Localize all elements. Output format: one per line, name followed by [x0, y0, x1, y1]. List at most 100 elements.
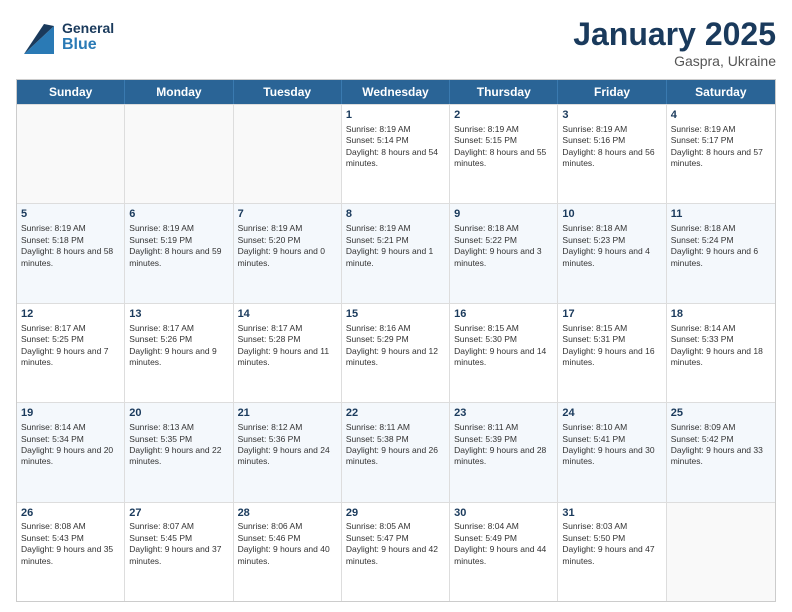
day-info-18: Sunrise: 8:14 AM Sunset: 5:33 PM Dayligh…	[671, 323, 763, 367]
week-row-2: 5Sunrise: 8:19 AM Sunset: 5:18 PM Daylig…	[17, 203, 775, 302]
day-cell-31: 31Sunrise: 8:03 AM Sunset: 5:50 PM Dayli…	[558, 503, 666, 601]
day-info-24: Sunrise: 8:10 AM Sunset: 5:41 PM Dayligh…	[562, 422, 654, 466]
day-cell-5: 5Sunrise: 8:19 AM Sunset: 5:18 PM Daylig…	[17, 204, 125, 302]
day-cell-11: 11Sunrise: 8:18 AM Sunset: 5:24 PM Dayli…	[667, 204, 775, 302]
day-cell-22: 22Sunrise: 8:11 AM Sunset: 5:38 PM Dayli…	[342, 403, 450, 501]
day-info-3: Sunrise: 8:19 AM Sunset: 5:16 PM Dayligh…	[562, 124, 654, 168]
header-wednesday: Wednesday	[342, 80, 450, 104]
day-number-1: 1	[346, 108, 445, 123]
day-number-9: 9	[454, 207, 553, 222]
logo-wordmark: General Blue	[62, 21, 114, 54]
day-info-10: Sunrise: 8:18 AM Sunset: 5:23 PM Dayligh…	[562, 223, 649, 267]
day-info-11: Sunrise: 8:18 AM Sunset: 5:24 PM Dayligh…	[671, 223, 758, 267]
day-cell-10: 10Sunrise: 8:18 AM Sunset: 5:23 PM Dayli…	[558, 204, 666, 302]
day-cell-7: 7Sunrise: 8:19 AM Sunset: 5:20 PM Daylig…	[234, 204, 342, 302]
title-block: January 2025 Gaspra, Ukraine	[573, 16, 776, 69]
day-number-30: 30	[454, 506, 553, 521]
day-number-28: 28	[238, 506, 337, 521]
day-info-6: Sunrise: 8:19 AM Sunset: 5:19 PM Dayligh…	[129, 223, 221, 267]
logo-icon	[16, 16, 58, 58]
empty-cell-w0-d0	[17, 105, 125, 203]
day-number-6: 6	[129, 207, 228, 222]
day-number-23: 23	[454, 406, 553, 421]
day-cell-28: 28Sunrise: 8:06 AM Sunset: 5:46 PM Dayli…	[234, 503, 342, 601]
day-cell-27: 27Sunrise: 8:07 AM Sunset: 5:45 PM Dayli…	[125, 503, 233, 601]
day-cell-13: 13Sunrise: 8:17 AM Sunset: 5:26 PM Dayli…	[125, 304, 233, 402]
calendar-body: 1Sunrise: 8:19 AM Sunset: 5:14 PM Daylig…	[17, 104, 775, 601]
day-cell-19: 19Sunrise: 8:14 AM Sunset: 5:34 PM Dayli…	[17, 403, 125, 501]
header-thursday: Thursday	[450, 80, 558, 104]
day-number-20: 20	[129, 406, 228, 421]
day-info-23: Sunrise: 8:11 AM Sunset: 5:39 PM Dayligh…	[454, 422, 546, 466]
day-number-13: 13	[129, 307, 228, 322]
day-cell-17: 17Sunrise: 8:15 AM Sunset: 5:31 PM Dayli…	[558, 304, 666, 402]
location: Gaspra, Ukraine	[573, 53, 776, 69]
day-info-2: Sunrise: 8:19 AM Sunset: 5:15 PM Dayligh…	[454, 124, 546, 168]
week-row-1: 1Sunrise: 8:19 AM Sunset: 5:14 PM Daylig…	[17, 104, 775, 203]
day-number-3: 3	[562, 108, 661, 123]
day-info-28: Sunrise: 8:06 AM Sunset: 5:46 PM Dayligh…	[238, 521, 330, 565]
day-cell-3: 3Sunrise: 8:19 AM Sunset: 5:16 PM Daylig…	[558, 105, 666, 203]
day-info-16: Sunrise: 8:15 AM Sunset: 5:30 PM Dayligh…	[454, 323, 546, 367]
calendar-header: Sunday Monday Tuesday Wednesday Thursday…	[17, 80, 775, 104]
day-info-31: Sunrise: 8:03 AM Sunset: 5:50 PM Dayligh…	[562, 521, 654, 565]
page: General Blue January 2025 Gaspra, Ukrain…	[0, 0, 792, 612]
day-info-7: Sunrise: 8:19 AM Sunset: 5:20 PM Dayligh…	[238, 223, 325, 267]
day-number-11: 11	[671, 207, 771, 222]
day-number-24: 24	[562, 406, 661, 421]
header-tuesday: Tuesday	[234, 80, 342, 104]
header-monday: Monday	[125, 80, 233, 104]
day-info-4: Sunrise: 8:19 AM Sunset: 5:17 PM Dayligh…	[671, 124, 763, 168]
day-number-7: 7	[238, 207, 337, 222]
week-row-4: 19Sunrise: 8:14 AM Sunset: 5:34 PM Dayli…	[17, 402, 775, 501]
day-number-19: 19	[21, 406, 120, 421]
day-info-15: Sunrise: 8:16 AM Sunset: 5:29 PM Dayligh…	[346, 323, 438, 367]
day-number-29: 29	[346, 506, 445, 521]
day-cell-8: 8Sunrise: 8:19 AM Sunset: 5:21 PM Daylig…	[342, 204, 450, 302]
day-info-21: Sunrise: 8:12 AM Sunset: 5:36 PM Dayligh…	[238, 422, 330, 466]
day-number-21: 21	[238, 406, 337, 421]
day-number-16: 16	[454, 307, 553, 322]
day-cell-25: 25Sunrise: 8:09 AM Sunset: 5:42 PM Dayli…	[667, 403, 775, 501]
day-number-4: 4	[671, 108, 771, 123]
day-number-31: 31	[562, 506, 661, 521]
header-sunday: Sunday	[17, 80, 125, 104]
day-info-9: Sunrise: 8:18 AM Sunset: 5:22 PM Dayligh…	[454, 223, 541, 267]
day-cell-29: 29Sunrise: 8:05 AM Sunset: 5:47 PM Dayli…	[342, 503, 450, 601]
day-number-12: 12	[21, 307, 120, 322]
day-cell-15: 15Sunrise: 8:16 AM Sunset: 5:29 PM Dayli…	[342, 304, 450, 402]
day-cell-26: 26Sunrise: 8:08 AM Sunset: 5:43 PM Dayli…	[17, 503, 125, 601]
day-number-22: 22	[346, 406, 445, 421]
day-info-8: Sunrise: 8:19 AM Sunset: 5:21 PM Dayligh…	[346, 223, 433, 267]
day-cell-20: 20Sunrise: 8:13 AM Sunset: 5:35 PM Dayli…	[125, 403, 233, 501]
day-cell-12: 12Sunrise: 8:17 AM Sunset: 5:25 PM Dayli…	[17, 304, 125, 402]
logo-general-text: General	[62, 21, 114, 36]
day-info-17: Sunrise: 8:15 AM Sunset: 5:31 PM Dayligh…	[562, 323, 654, 367]
day-number-5: 5	[21, 207, 120, 222]
day-info-22: Sunrise: 8:11 AM Sunset: 5:38 PM Dayligh…	[346, 422, 438, 466]
day-number-26: 26	[21, 506, 120, 521]
day-cell-9: 9Sunrise: 8:18 AM Sunset: 5:22 PM Daylig…	[450, 204, 558, 302]
day-info-20: Sunrise: 8:13 AM Sunset: 5:35 PM Dayligh…	[129, 422, 221, 466]
logo: General Blue	[16, 16, 114, 58]
week-row-5: 26Sunrise: 8:08 AM Sunset: 5:43 PM Dayli…	[17, 502, 775, 601]
day-info-13: Sunrise: 8:17 AM Sunset: 5:26 PM Dayligh…	[129, 323, 216, 367]
empty-cell-w4-d6	[667, 503, 775, 601]
header: General Blue January 2025 Gaspra, Ukrain…	[16, 16, 776, 69]
logo-blue-text: Blue	[62, 36, 114, 54]
day-cell-6: 6Sunrise: 8:19 AM Sunset: 5:19 PM Daylig…	[125, 204, 233, 302]
day-cell-24: 24Sunrise: 8:10 AM Sunset: 5:41 PM Dayli…	[558, 403, 666, 501]
day-info-19: Sunrise: 8:14 AM Sunset: 5:34 PM Dayligh…	[21, 422, 113, 466]
day-cell-14: 14Sunrise: 8:17 AM Sunset: 5:28 PM Dayli…	[234, 304, 342, 402]
day-cell-30: 30Sunrise: 8:04 AM Sunset: 5:49 PM Dayli…	[450, 503, 558, 601]
day-number-14: 14	[238, 307, 337, 322]
empty-cell-w0-d2	[234, 105, 342, 203]
day-number-2: 2	[454, 108, 553, 123]
header-friday: Friday	[558, 80, 666, 104]
empty-cell-w0-d1	[125, 105, 233, 203]
day-info-5: Sunrise: 8:19 AM Sunset: 5:18 PM Dayligh…	[21, 223, 113, 267]
day-info-1: Sunrise: 8:19 AM Sunset: 5:14 PM Dayligh…	[346, 124, 438, 168]
header-saturday: Saturday	[667, 80, 775, 104]
day-cell-4: 4Sunrise: 8:19 AM Sunset: 5:17 PM Daylig…	[667, 105, 775, 203]
day-number-25: 25	[671, 406, 771, 421]
